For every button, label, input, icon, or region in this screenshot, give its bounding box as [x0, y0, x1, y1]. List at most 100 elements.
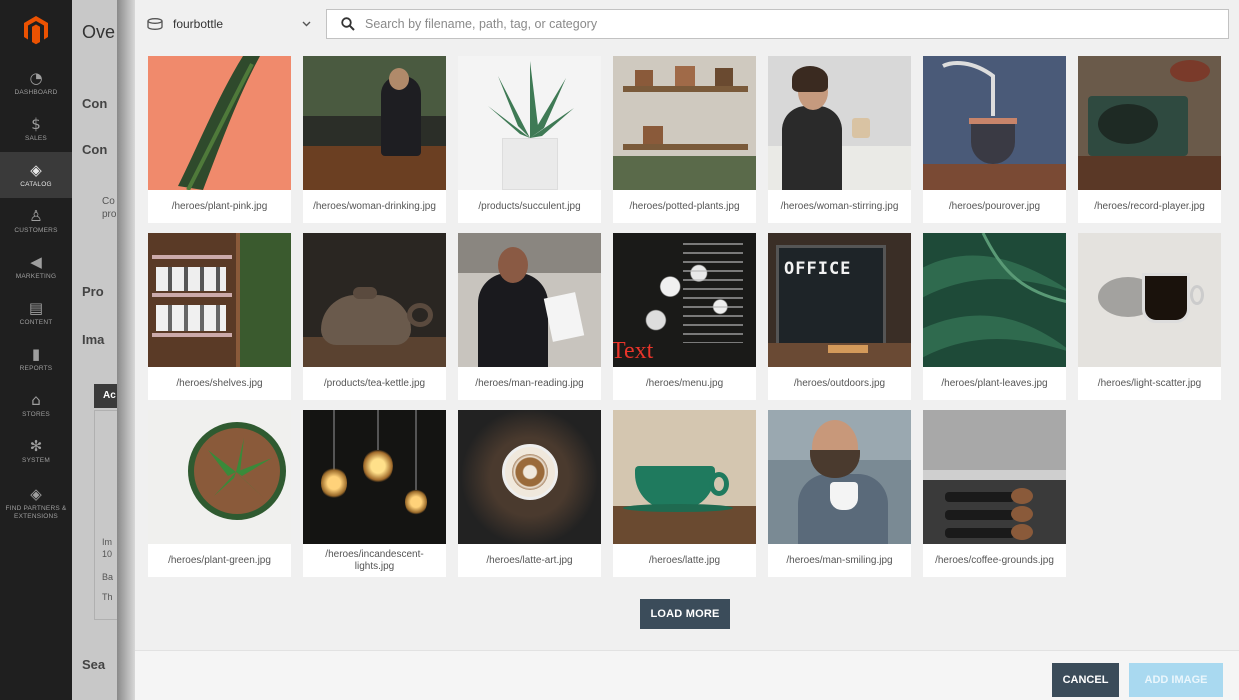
image-card[interactable]: /heroes/plant-leaves.jpg [923, 233, 1066, 400]
store-icon: ⌂ [31, 390, 41, 409]
nav-item-label: CONTENT [19, 318, 53, 326]
search-input[interactable] [365, 17, 1228, 31]
modal-shadow [117, 0, 135, 700]
image-card[interactable]: /heroes/man-reading.jpg [458, 233, 601, 400]
image-thumbnail [1078, 233, 1221, 367]
image-thumbnail [458, 56, 601, 190]
image-card[interactable]: /heroes/record-player.jpg [1078, 56, 1221, 223]
image-filename: /heroes/plant-pink.jpg [171, 200, 268, 212]
bg-fragment: pro [102, 209, 117, 220]
admin-page-background: Ove Con Con Co pro Pro Ima Ac Im 10 Ba T… [72, 0, 120, 700]
office-sign-text: OFFICE [784, 259, 852, 279]
bg-fragment: Con [82, 96, 108, 111]
gear-icon: ✻ [29, 436, 43, 455]
bg-fragment: Th [102, 592, 113, 602]
image-filename: /heroes/light-scatter.jpg [1097, 377, 1202, 389]
image-card[interactable]: /heroes/coffee-grounds.jpg [923, 410, 1066, 577]
image-thumbnail [613, 410, 756, 544]
nav-item-catalog[interactable]: ◈ CATALOG [0, 152, 72, 198]
image-card[interactable]: /heroes/pourover.jpg [923, 56, 1066, 223]
nav-item-customers[interactable]: ♙ CUSTOMERS [0, 198, 72, 244]
bg-fragment: Con [82, 142, 108, 157]
search-icon [341, 17, 355, 31]
image-thumbnail [613, 56, 756, 190]
bg-fragment: Im [102, 537, 112, 547]
nav-item-label: MARKETING [15, 272, 57, 280]
image-filename: /heroes/coffee-grounds.jpg [935, 554, 1054, 566]
logo-cell[interactable] [0, 0, 72, 60]
image-filename: /heroes/menu.jpg [645, 377, 724, 389]
image-card[interactable]: Text/heroes/menu.jpg [613, 233, 756, 400]
nav-item-label: FIND PARTNERS & EXTENSIONS [5, 504, 67, 520]
search-box [326, 9, 1229, 39]
image-thumbnail [303, 233, 446, 367]
nav-item-find[interactable]: ◈ FIND PARTNERS & EXTENSIONS [0, 474, 72, 532]
nav-item-label: DASHBOARD [14, 88, 58, 96]
image-card[interactable]: /heroes/latte.jpg [613, 410, 756, 577]
admin-sidebar: ◔ DASHBOARD $ SALES ◈ CATALOG ♙ CUSTOMERS ◀ MARKE… [0, 0, 72, 700]
nav-item-dashboard[interactable]: ◔ DASHBOARD [0, 60, 72, 106]
cancel-button[interactable]: CANCEL [1052, 663, 1119, 697]
image-filename: /heroes/woman-stirring.jpg [780, 200, 899, 212]
image-card[interactable]: /heroes/woman-drinking.jpg [303, 56, 446, 223]
image-card[interactable]: /heroes/plant-green.jpg [148, 410, 291, 577]
nav-item-sales[interactable]: $ SALES [0, 106, 72, 152]
image-card[interactable]: /heroes/potted-plants.jpg [613, 56, 756, 223]
nav-item-label: SALES [25, 134, 47, 142]
image-thumbnail [1078, 56, 1221, 190]
image-thumbnail [923, 233, 1066, 367]
nav-item-stores[interactable]: ⌂ STORES [0, 382, 72, 428]
bg-fragment: Co [102, 196, 115, 207]
chevron-down-icon [302, 21, 311, 27]
image-filename: /products/succulent.jpg [478, 200, 581, 212]
bar-chart-icon: ▮ [31, 344, 41, 363]
image-grid: /heroes/plant-pink.jpg/heroes/woman-drin… [148, 56, 1228, 577]
image-thumbnail [923, 410, 1066, 544]
magento-logo-icon [24, 16, 48, 45]
extensions-icon: ◈ [30, 484, 42, 503]
cube-icon: ◈ [30, 160, 42, 179]
image-card[interactable]: /heroes/latte-art.jpg [458, 410, 601, 577]
image-card[interactable]: /heroes/incandescent-lights.jpg [303, 410, 446, 577]
nav-item-label: REPORTS [19, 364, 53, 372]
image-card[interactable]: /heroes/shelves.jpg [148, 233, 291, 400]
image-filename: /heroes/potted-plants.jpg [629, 200, 740, 212]
megaphone-icon: ◀ [30, 252, 42, 271]
dashboard-icon: ◔ [29, 68, 43, 87]
source-select[interactable]: fourbottle [147, 12, 315, 36]
nav-item-content[interactable]: ▤ CONTENT [0, 290, 72, 336]
nav-item-label: CUSTOMERS [14, 226, 58, 234]
nav-item-system[interactable]: ✻ SYSTEM [0, 428, 72, 474]
nav-item-reports[interactable]: ▮ REPORTS [0, 336, 72, 382]
nav-item-label: SYSTEM [22, 456, 50, 464]
add-image-button[interactable]: ADD IMAGE [1129, 663, 1223, 697]
bg-fragment: Ima [82, 332, 105, 347]
image-card[interactable]: /products/tea-kettle.jpg [303, 233, 446, 400]
image-card[interactable]: /heroes/man-smiling.jpg [768, 410, 911, 577]
image-card[interactable]: /heroes/light-scatter.jpg [1078, 233, 1221, 400]
nav-item-label: CATALOG [20, 180, 52, 188]
image-thumbnail [303, 56, 446, 190]
menu-overlay-text: Text [613, 338, 654, 364]
image-thumbnail [458, 233, 601, 367]
image-filename: /heroes/woman-drinking.jpg [313, 200, 436, 212]
dollar-icon: $ [31, 114, 41, 133]
image-card[interactable]: /heroes/plant-pink.jpg [148, 56, 291, 223]
image-card[interactable]: /heroes/woman-stirring.jpg [768, 56, 911, 223]
image-thumbnail [458, 410, 601, 544]
load-more-button[interactable]: LOAD MORE [640, 599, 730, 629]
image-filename: /heroes/plant-leaves.jpg [941, 377, 1048, 389]
modal-header: fourbottle [135, 0, 1239, 48]
nav-item-marketing[interactable]: ◀ MARKETING [0, 244, 72, 290]
bg-fragment: Ac [103, 390, 116, 401]
image-filename: /heroes/latte-art.jpg [486, 554, 573, 566]
image-card[interactable]: OFFICE/heroes/outdoors.jpg [768, 233, 911, 400]
image-filename: /heroes/incandescent-lights.jpg [325, 548, 424, 572]
image-card[interactable]: /products/succulent.jpg [458, 56, 601, 223]
content-icon: ▤ [28, 298, 44, 317]
image-filename: /heroes/latte.jpg [648, 554, 721, 566]
image-filename: /heroes/record-player.jpg [1094, 200, 1205, 212]
image-thumbnail [148, 410, 291, 544]
image-filename: /heroes/shelves.jpg [176, 377, 263, 389]
bg-fragment: Ba [102, 572, 114, 582]
